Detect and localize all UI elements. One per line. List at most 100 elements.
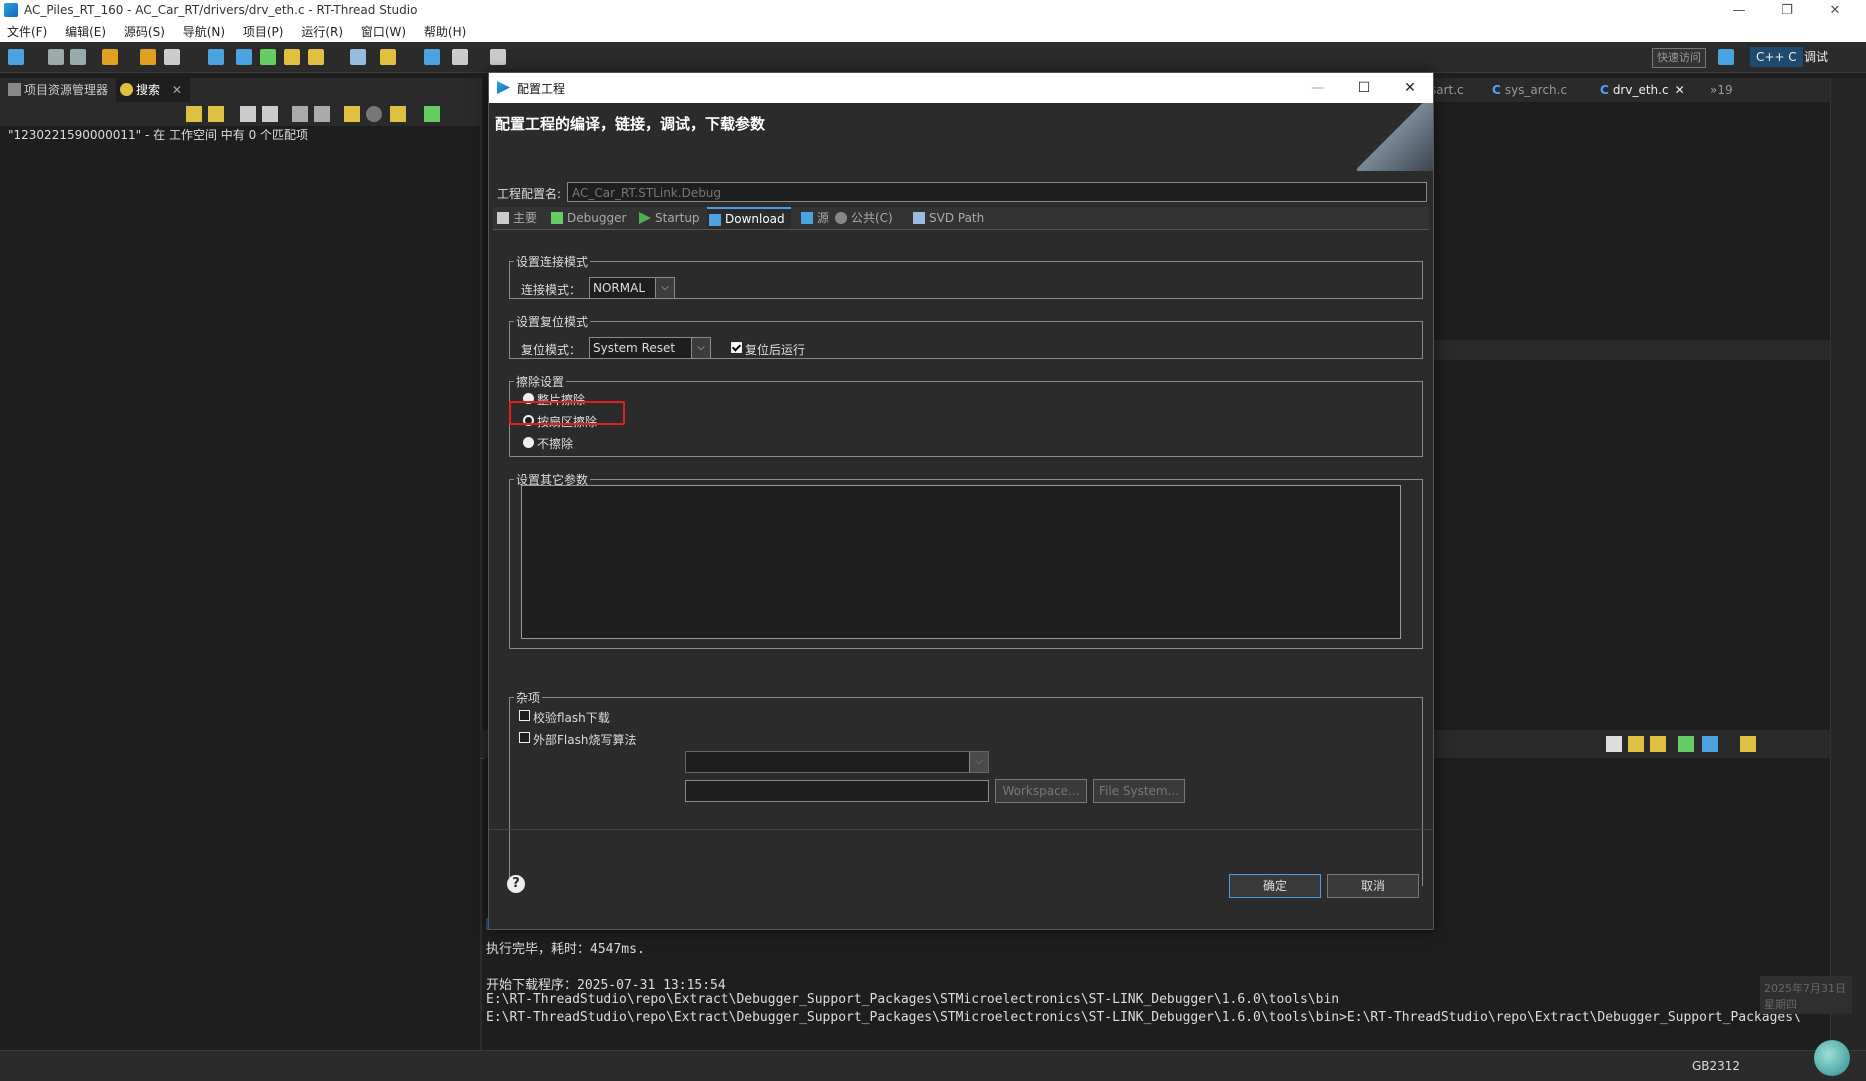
connect-mode-value: NORMAL	[593, 281, 646, 295]
open-folder-icon[interactable]	[284, 49, 300, 65]
next-match-icon[interactable]	[186, 106, 202, 122]
remove-match-icon[interactable]	[240, 106, 256, 122]
new-icon[interactable]	[8, 49, 24, 65]
left-panel	[0, 78, 482, 1050]
rebuild-icon[interactable]	[140, 49, 156, 65]
ok-button[interactable]: 确定	[1229, 874, 1321, 898]
tools-icon[interactable]	[164, 49, 180, 65]
search-result-text: "1230221590000011" - 在 工作空间 中有 0 个匹配项	[8, 128, 309, 142]
open-perspective-icon[interactable]	[1718, 49, 1734, 65]
tab-common[interactable]: 公共(C)	[833, 207, 893, 229]
more-tabs[interactable]: »19	[1710, 78, 1733, 102]
workspace-button[interactable]: Workspace...	[995, 779, 1087, 803]
save-all-icon[interactable]	[70, 49, 86, 65]
reset-mode-value: System Reset	[593, 341, 676, 355]
menu-help[interactable]: 帮助(H)	[417, 22, 473, 42]
minimize-button[interactable]: —	[1716, 0, 1762, 22]
svd-path-icon	[913, 212, 925, 224]
tab-svd-path[interactable]: SVD Path	[911, 207, 984, 229]
reset-mode-select[interactable]: System Reset ⌵	[589, 337, 711, 359]
menu-edit[interactable]: 编辑(E)	[58, 22, 113, 42]
restore-button[interactable]: ❐	[1764, 0, 1810, 22]
scroll-lock-icon[interactable]	[1628, 736, 1644, 752]
build-icon[interactable]	[102, 49, 118, 65]
expand-all-icon[interactable]	[292, 106, 308, 122]
tab-source-label: 源	[817, 211, 830, 225]
close-button[interactable]: ✕	[1812, 0, 1858, 22]
connect-mode-label: 连接模式：	[521, 283, 582, 297]
other-params-textarea[interactable]	[521, 485, 1401, 639]
perspective-debug[interactable]: 调试	[1798, 47, 1834, 67]
word-wrap-icon[interactable]	[1650, 736, 1666, 752]
menu-source[interactable]: 源码(S)	[117, 22, 172, 42]
dialog-close-button[interactable]: ✕	[1387, 73, 1433, 103]
verify-flash-checkbox[interactable]	[519, 710, 530, 721]
refresh-icon[interactable]	[344, 106, 360, 122]
no-erase-radio[interactable]	[523, 437, 534, 448]
quick-access-input[interactable]: 快速访问	[1652, 48, 1706, 68]
download-icon	[709, 214, 721, 226]
tab-startup[interactable]: Startup	[637, 207, 700, 229]
tab-project-explorer[interactable]: 项目资源管理器	[4, 78, 108, 102]
pin-console-icon[interactable]	[1678, 736, 1694, 752]
search-icon[interactable]	[308, 49, 324, 65]
dialog-app-icon	[497, 81, 510, 94]
flash-algorithm-path-input[interactable]	[685, 780, 989, 802]
save-icon[interactable]	[48, 49, 64, 65]
help-icon[interactable]: ?	[507, 875, 525, 893]
menu-navigate[interactable]: 导航(N)	[176, 22, 232, 42]
terminal-icon[interactable]	[208, 49, 224, 65]
cancel-button[interactable]: 取消	[1327, 874, 1419, 898]
editor-tab-sys-arch[interactable]: Csys_arch.c	[1492, 78, 1567, 102]
package-icon[interactable]	[350, 49, 366, 65]
window-titlebar: AC_Piles_RT_160 - AC_Car_RT/drivers/drv_…	[0, 0, 1866, 22]
debugger-bug-icon	[551, 212, 563, 224]
tab-search[interactable]: 搜索 ✕	[116, 78, 190, 102]
menu-run[interactable]: 运行(R)	[294, 22, 350, 42]
close-tab-icon[interactable]: ✕	[172, 83, 182, 97]
close-tab-icon[interactable]: ✕	[1675, 83, 1685, 97]
connect-mode-select[interactable]: NORMAL ⌵	[589, 277, 675, 299]
chevron-down-icon: ⌵	[655, 278, 674, 298]
remove-all-icon[interactable]	[262, 106, 278, 122]
menu-window[interactable]: 窗口(W)	[354, 22, 413, 42]
editor-tab-usart[interactable]: sart.c	[1430, 78, 1464, 102]
avatar[interactable]	[1814, 1040, 1850, 1076]
forward-arrow-icon[interactable]	[490, 49, 506, 65]
back-arrow-icon[interactable]	[452, 49, 468, 65]
tab-debugger[interactable]: Debugger	[549, 207, 626, 229]
tab-main[interactable]: 主要	[495, 207, 537, 229]
file-system-button[interactable]: File System...	[1093, 779, 1185, 803]
c-file-icon: C	[1492, 83, 1501, 97]
external-flash-checkbox[interactable]	[519, 732, 530, 743]
perspective-cpp[interactable]: C++ C	[1750, 47, 1803, 67]
editor-tab-drv-eth[interactable]: Cdrv_eth.c ✕	[1600, 78, 1685, 102]
pin-icon[interactable]	[424, 106, 440, 122]
encoding-status[interactable]: GB2312	[1692, 1059, 1740, 1073]
history-icon[interactable]	[390, 106, 406, 122]
config-name-input[interactable]: AC_Car_RT.STLink.Debug	[567, 182, 1427, 202]
flash-algorithm-select[interactable]: ⌵	[685, 751, 989, 773]
tab-source[interactable]: 源	[799, 207, 829, 229]
cancel-search-icon[interactable]	[366, 106, 382, 122]
collapse-all-icon[interactable]	[314, 106, 330, 122]
run-after-reset-checkbox[interactable]	[731, 342, 742, 353]
settings-gear-icon[interactable]	[236, 49, 252, 65]
dialog-maximize-button[interactable]: ☐	[1341, 73, 1387, 103]
download-icon[interactable]	[380, 49, 396, 65]
previous-match-icon[interactable]	[208, 106, 224, 122]
menu-file[interactable]: 文件(F)	[0, 22, 54, 42]
date-text: 2025年7月31日	[1764, 982, 1846, 995]
sdk-icon[interactable]	[424, 49, 440, 65]
dialog-minimize-button[interactable]: —	[1295, 73, 1341, 103]
console-line: E:\RT-ThreadStudio\repo\Extract\Debugger…	[486, 992, 1340, 1007]
display-console-icon[interactable]	[1702, 736, 1718, 752]
tab-download[interactable]: Download	[707, 207, 791, 229]
external-flash-label: 外部Flash烧写算法	[533, 733, 637, 747]
menu-project[interactable]: 项目(P)	[236, 22, 291, 42]
right-trim	[1830, 78, 1866, 1050]
clear-console-icon[interactable]	[1606, 736, 1622, 752]
debug-bug-icon[interactable]	[260, 49, 276, 65]
open-console-icon[interactable]	[1740, 736, 1756, 752]
startup-play-icon	[639, 212, 651, 224]
